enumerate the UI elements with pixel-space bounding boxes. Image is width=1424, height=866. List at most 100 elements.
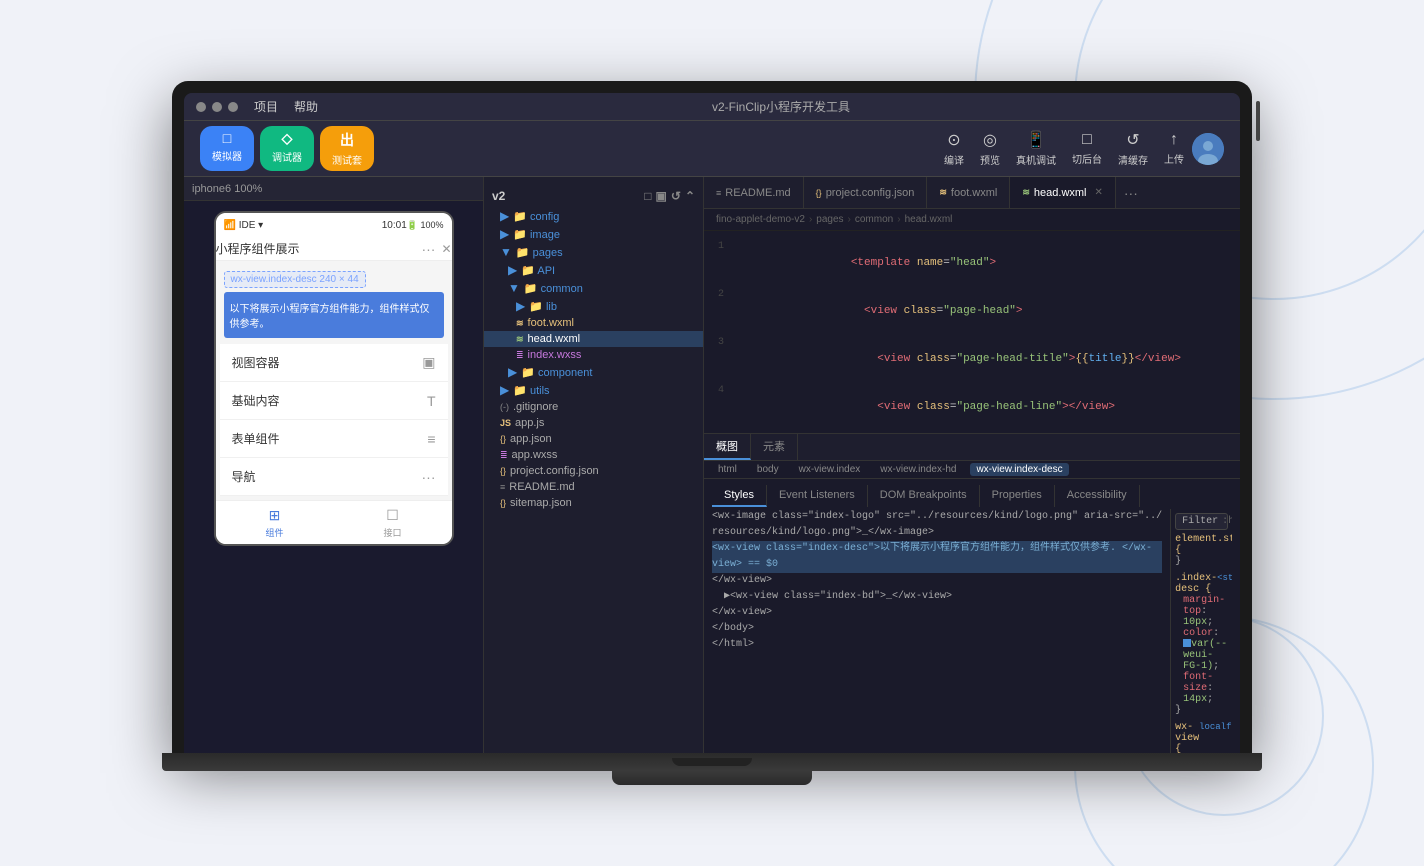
bottom-tab-element[interactable]: 元素	[751, 434, 798, 460]
tree-file-app-json[interactable]: {} app.json	[484, 431, 703, 447]
event-listeners-tab[interactable]: Event Listeners	[767, 485, 868, 507]
device-bar: iphone6 100%	[184, 177, 483, 201]
tree-file-gitignore[interactable]: (-) .gitignore	[484, 399, 703, 415]
tree-file-app-wxss[interactable]: ≣ app.wxss	[484, 447, 703, 463]
elem-tab-index-desc[interactable]: wx-view.index-desc	[970, 463, 1068, 476]
utils-folder-label: 📁 utils	[513, 384, 549, 397]
main-content: iphone6 100% 📶 IDE ▾ 10:01 🔋 100% 小程序组件展…	[184, 177, 1240, 753]
maximize-button[interactable]	[228, 102, 238, 112]
breadcrumb-file[interactable]: head.wxml	[905, 214, 953, 225]
elem-tab-body[interactable]: body	[751, 463, 785, 476]
element-style-close: }	[1175, 556, 1228, 567]
phone-battery: 🔋 100%	[407, 220, 444, 231]
breadcrumb-common[interactable]: common	[855, 214, 893, 225]
background-action[interactable]: □ 切后台	[1072, 131, 1102, 166]
tab-head-wxml[interactable]: ≋ head.wxml ✕	[1010, 177, 1116, 208]
tree-file-index-wxss[interactable]: ≣ index.wxss	[484, 347, 703, 363]
tree-folder-config[interactable]: ▶ 📁 config	[484, 207, 703, 225]
dom-line-2: resources/kind/logo.png">_</wx-image>	[712, 525, 1162, 541]
nav-icon: ···	[422, 469, 436, 485]
styles-tab[interactable]: Styles	[712, 485, 767, 507]
tree-new-folder-btn[interactable]: ▣	[656, 189, 667, 203]
tab-head-wxml-label: head.wxml	[1034, 187, 1087, 199]
tree-new-file-btn[interactable]: □	[644, 189, 651, 203]
tree-folder-component[interactable]: ▶ 📁 component	[484, 363, 703, 381]
compile-action[interactable]: ⊙ 编译	[944, 130, 964, 167]
user-avatar[interactable]	[1192, 133, 1224, 165]
tree-file-readme[interactable]: ≡ README.md	[484, 479, 703, 495]
tree-file-project-config[interactable]: {} project.config.json	[484, 463, 703, 479]
menu-item-help[interactable]: 帮助	[294, 98, 318, 115]
head-wxml-icon: ≋	[516, 334, 524, 345]
clear-cache-action[interactable]: ↺ 清缓存	[1118, 130, 1148, 167]
tree-folder-utils[interactable]: ▶ 📁 utils	[484, 381, 703, 399]
nav-item-view-container[interactable]: 视图容器 ▣	[220, 344, 448, 382]
phone-hover-indicator: wx-view.index-desc 240 × 44	[224, 271, 366, 288]
simulate-button[interactable]: □ 模拟器	[200, 126, 254, 171]
accessibility-tab[interactable]: Accessibility	[1055, 485, 1140, 507]
tree-file-head-wxml[interactable]: ≋ head.wxml	[484, 331, 703, 347]
bottom-tab-overview[interactable]: 概图	[704, 434, 751, 460]
tab-foot-wxml[interactable]: ≋ foot.wxml	[927, 177, 1010, 208]
phone-tab-components[interactable]: ⊞ 组件	[216, 501, 334, 544]
foot-wxml-icon: ≋	[516, 318, 524, 329]
phone-tab-interface[interactable]: ☐ 接口	[334, 501, 452, 544]
styles-filter[interactable]: Filter :hov .cls +	[1175, 513, 1228, 530]
tree-actions: □ ▣ ↺ ⌃	[644, 189, 695, 203]
readme-icon: ≡	[500, 482, 505, 492]
laptop-screen: 项目 帮助 v2-FinClip小程序开发工具 □ 模拟器 ◇ 调试器	[184, 93, 1240, 753]
minimize-button[interactable]	[212, 102, 222, 112]
debug-button[interactable]: ◇ 调试器	[260, 126, 314, 171]
project-config-tab-icon: {}	[816, 188, 822, 198]
app-json-icon: {}	[500, 434, 506, 444]
code-editor[interactable]: 1 <template name="head"> 2 <view class="…	[704, 231, 1240, 433]
tree-refresh-btn[interactable]: ↺	[671, 189, 681, 203]
tree-folder-lib[interactable]: ▶ 📁 lib	[484, 297, 703, 315]
upload-action[interactable]: ↑ 上传	[1164, 131, 1184, 166]
device-debug-action[interactable]: 📱 真机调试	[1016, 130, 1056, 167]
phone-menu-icon[interactable]: ···	[421, 241, 435, 257]
tab-head-close-btn[interactable]: ✕	[1095, 187, 1103, 198]
elem-tab-index-hd[interactable]: wx-view.index-hd	[874, 463, 962, 476]
tree-file-foot-wxml[interactable]: ≋ foot.wxml	[484, 315, 703, 331]
elem-tab-index[interactable]: wx-view.index	[793, 463, 867, 476]
tree-collapse-btn[interactable]: ⌃	[685, 189, 695, 203]
dom-line-3: <wx-view class="index-desc">以下将展示小程序官方组件…	[712, 541, 1162, 557]
bottom-panel: 概图 元素 html body wx-view.index wx-view.in…	[704, 433, 1240, 753]
nav-item-basic[interactable]: 基础内容 T	[220, 382, 448, 420]
test-button[interactable]: 出 测试套	[320, 126, 374, 171]
line-num-3: 3	[704, 335, 732, 351]
breadcrumb-root[interactable]: fino-applet-demo-v2	[716, 214, 805, 225]
phone-close-icon[interactable]: ✕	[441, 242, 451, 256]
close-button[interactable]	[196, 102, 206, 112]
dom-line-9: </html>	[712, 637, 1162, 653]
tree-folder-api[interactable]: ▶ 📁 API	[484, 261, 703, 279]
wx-view-source: localfile:/.index.css:2	[1199, 722, 1232, 753]
clear-cache-label: 清缓存	[1118, 152, 1148, 167]
tree-folder-pages[interactable]: ▼ 📁 pages	[484, 243, 703, 261]
elem-tab-html[interactable]: html	[712, 463, 743, 476]
tree-folder-common[interactable]: ▼ 📁 common	[484, 279, 703, 297]
test-label: 测试套	[332, 152, 362, 167]
tab-readme[interactable]: ≡ README.md	[704, 177, 804, 208]
breadcrumb-pages[interactable]: pages	[816, 214, 843, 225]
tree-file-app-js[interactable]: JS app.js	[484, 415, 703, 431]
menu-item-project[interactable]: 项目	[254, 98, 278, 115]
nav-item-nav[interactable]: 导航 ···	[220, 458, 448, 496]
preview-action[interactable]: ◎ 预览	[980, 130, 1000, 167]
config-folder-icon: ▶	[500, 209, 509, 223]
index-desc-style-block: .index-desc { <style> margin-top: 10px; …	[1175, 573, 1228, 716]
tree-folder-image[interactable]: ▶ 📁 image	[484, 225, 703, 243]
tab-project-config[interactable]: {} project.config.json	[804, 177, 928, 208]
api-folder-label: 📁 API	[521, 264, 555, 277]
project-config-icon: {}	[500, 466, 506, 476]
nav-item-form[interactable]: 表单组件 ≡	[220, 420, 448, 458]
app-json-label: app.json	[510, 433, 552, 445]
sitemap-label: sitemap.json	[510, 497, 572, 509]
phone-content: wx-view.index-desc 240 × 44 以下将展示小程序官方组件…	[216, 261, 452, 500]
tab-more-btn[interactable]: ···	[1116, 185, 1146, 201]
dom-breakpoints-tab[interactable]: DOM Breakpoints	[868, 485, 980, 507]
tree-file-sitemap[interactable]: {} sitemap.json	[484, 495, 703, 511]
properties-tab[interactable]: Properties	[980, 485, 1055, 507]
components-tab-label: 组件	[265, 526, 283, 539]
